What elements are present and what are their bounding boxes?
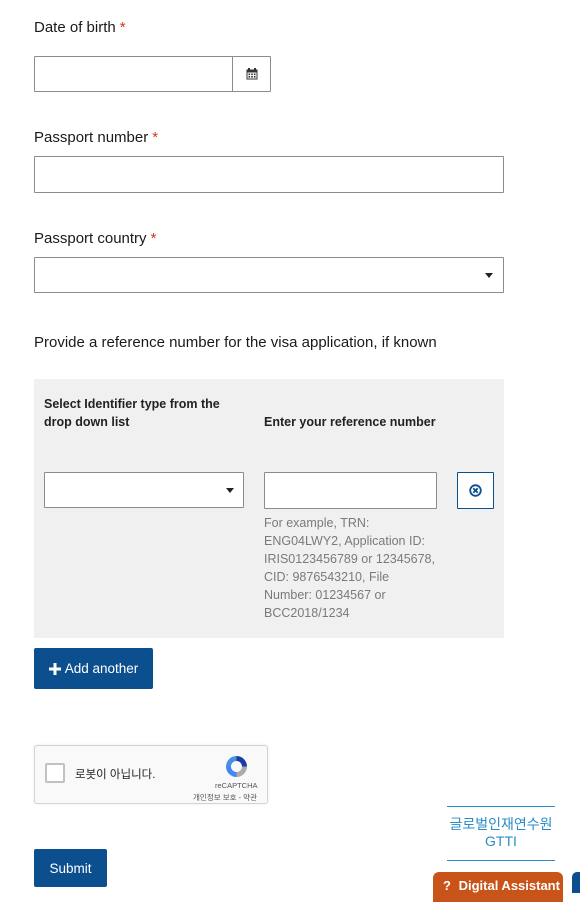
recaptcha-checkbox[interactable] xyxy=(45,763,65,783)
dob-input[interactable] xyxy=(34,56,234,92)
passport-country-label: Passport country * xyxy=(34,230,157,247)
chevron-down-icon xyxy=(485,273,493,278)
recaptcha-label: 로봇이 아닙니다. xyxy=(75,769,156,781)
question-icon: ? xyxy=(443,878,451,893)
identifier-type-select[interactable] xyxy=(44,472,244,508)
passport-number-label: Passport number * xyxy=(34,129,159,146)
add-another-button[interactable]: Add another xyxy=(34,648,153,689)
plus-icon xyxy=(48,662,61,675)
submit-button[interactable]: Submit xyxy=(34,849,107,887)
passport-country-select[interactable] xyxy=(34,257,504,293)
remove-row-button[interactable] xyxy=(457,472,494,509)
recaptcha-brand: reCAPTCHA xyxy=(215,781,258,790)
calendar-icon xyxy=(246,68,257,80)
reference-hint: For example, TRN: ENG04LWY2, Application… xyxy=(264,516,435,620)
recaptcha-widget: 로봇이 아닙니다. reCAPTCHA 개인정보 보호 - 약관 xyxy=(34,745,268,804)
recaptcha-logo xyxy=(226,756,247,777)
reference-number-input[interactable] xyxy=(264,472,437,509)
passport-number-input[interactable] xyxy=(34,156,504,193)
required-mark: * xyxy=(150,230,157,247)
identifier-type-label: Select Identifier type from the drop dow… xyxy=(44,397,220,429)
side-tab[interactable] xyxy=(572,872,580,893)
required-mark: * xyxy=(152,129,159,146)
digital-assistant-button[interactable]: ? Digital Assistant xyxy=(433,872,563,902)
calendar-button[interactable] xyxy=(232,56,271,92)
recaptcha-links[interactable]: 개인정보 보호 - 약관 xyxy=(185,792,265,803)
reference-heading: Provide a reference number for the visa … xyxy=(34,334,437,351)
chevron-down-icon xyxy=(226,488,234,493)
reference-number-label: Enter your reference number xyxy=(264,415,436,429)
dob-label: Date of birth * xyxy=(34,19,126,36)
remove-circle-icon xyxy=(469,484,482,497)
required-mark: * xyxy=(119,19,126,36)
gtti-link[interactable]: 글로벌인재연수원 GTTI xyxy=(447,806,555,861)
